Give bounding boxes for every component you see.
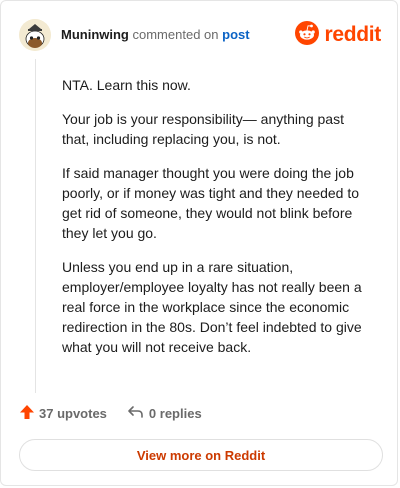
upvote-button[interactable]: 37 upvotes: [19, 404, 107, 423]
reddit-wordmark: reddit: [324, 23, 381, 46]
username-link[interactable]: Muninwing: [61, 27, 129, 42]
comment-body: NTA. Learn this now. Your job is your re…: [62, 75, 362, 371]
embedded-comment-card: Muninwing commented on post reddit NTA. …: [0, 0, 398, 486]
upvote-arrow-icon: [19, 404, 39, 423]
comment-actions: 37 upvotes 0 replies: [19, 404, 222, 423]
comment-header: Muninwing commented on post reddit: [19, 17, 381, 53]
comment-paragraph: If said manager thought you were doing t…: [62, 165, 360, 241]
thread-line: [35, 59, 36, 393]
post-link[interactable]: post: [222, 27, 249, 42]
view-more-button[interactable]: View more on Reddit: [19, 439, 383, 471]
reply-button[interactable]: 0 replies: [127, 404, 202, 423]
comment-paragraph: NTA. Learn this now.: [62, 77, 191, 93]
upvote-count: 37 upvotes: [39, 406, 107, 421]
comment-paragraph: Your job is your responsibility— anythin…: [62, 111, 344, 147]
reddit-logo-icon: [295, 20, 320, 50]
reply-count: 0 replies: [148, 406, 202, 421]
comment-paragraph: Unless you end up in a rare situation, e…: [62, 259, 362, 355]
reddit-brand[interactable]: reddit: [295, 20, 381, 50]
commented-on-text: commented on: [132, 27, 219, 42]
comment-byline: Muninwing commented on post: [61, 27, 250, 43]
reply-arrow-icon: [127, 404, 149, 423]
snoo-avatar-icon[interactable]: [19, 19, 51, 51]
